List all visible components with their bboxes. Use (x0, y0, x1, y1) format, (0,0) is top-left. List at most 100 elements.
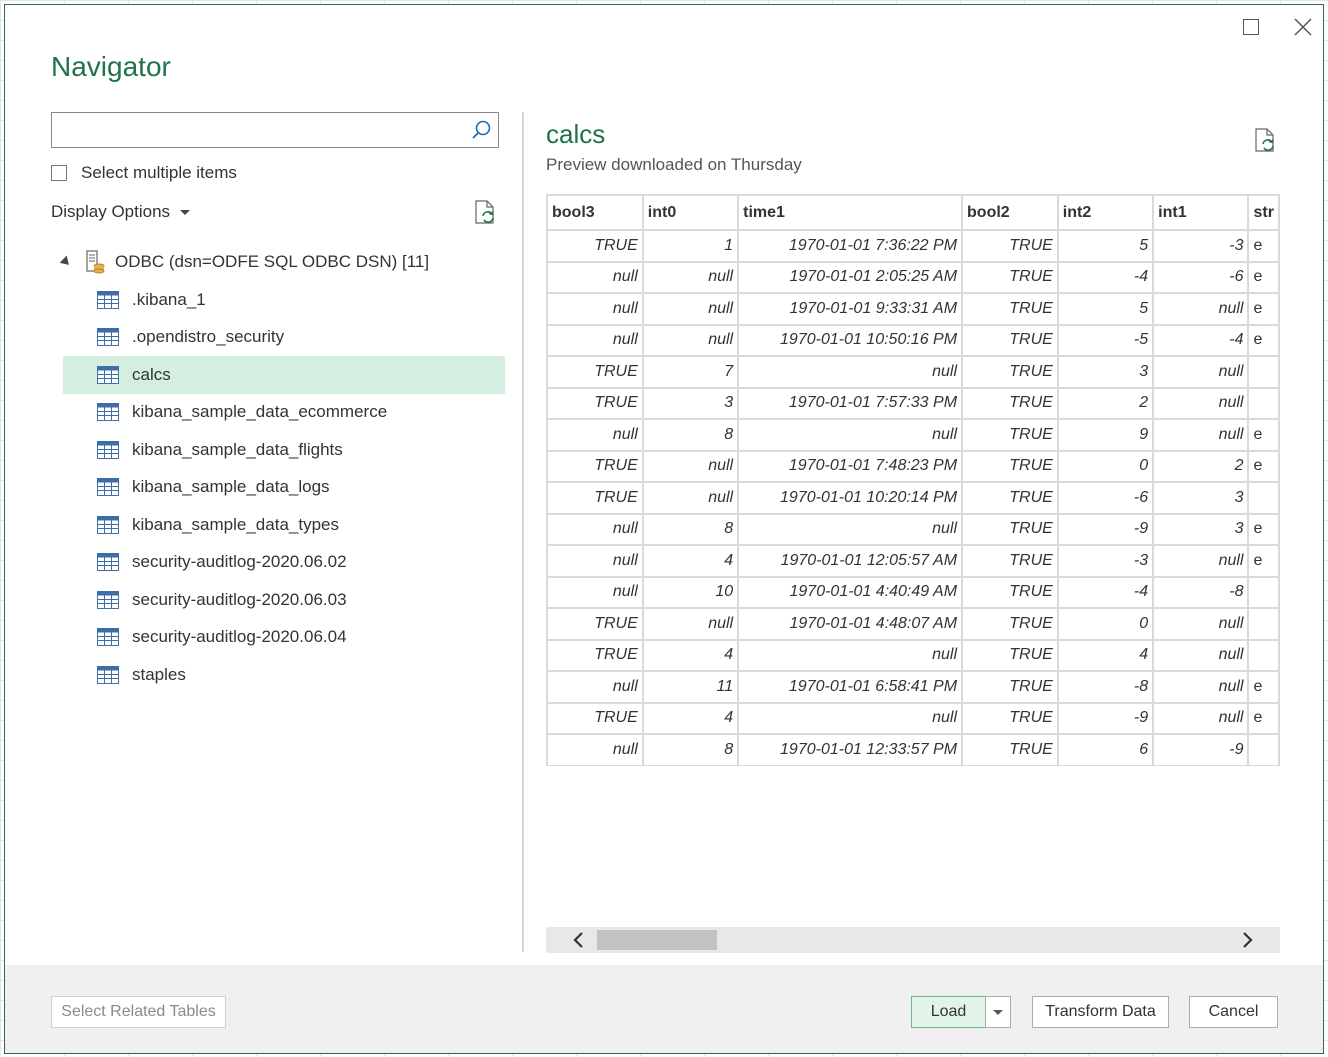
close-icon[interactable] (1291, 15, 1315, 39)
column-header[interactable]: str (1247, 194, 1280, 231)
tree-item-flights[interactable]: kibana_sample_data_flights (63, 431, 505, 469)
table-cell: 3 (1152, 512, 1250, 546)
table-cell: e (1247, 512, 1280, 546)
table-cell: null (546, 733, 644, 766)
tree-item-calcs[interactable]: calcs (63, 356, 505, 394)
table-cell: e (1247, 260, 1280, 294)
table-row: TRUE null 1970-01-01 4:48:07 AM TRUE 0 null (546, 607, 1280, 641)
tree-item-opendistro-security[interactable]: .opendistro_security (63, 319, 505, 357)
table-cell: null (546, 670, 644, 704)
table-cell: TRUE (961, 607, 1059, 641)
load-button[interactable]: Load (911, 996, 986, 1028)
table-cell: null (1152, 544, 1250, 578)
table-cell: TRUE (961, 638, 1059, 672)
transform-data-button[interactable]: Transform Data (1032, 996, 1169, 1028)
column-header[interactable]: int0 (641, 194, 740, 231)
table-cell: e (1247, 229, 1280, 263)
table-cell: null (1152, 607, 1250, 641)
table-cell: TRUE (961, 701, 1059, 735)
load-dropdown-button[interactable] (985, 996, 1011, 1028)
maximize-button[interactable] (1243, 19, 1259, 35)
table-cell: 5 (1056, 229, 1155, 263)
table-icon (97, 553, 119, 572)
search-icon[interactable] (470, 119, 492, 141)
tree-item-auditlog-0603[interactable]: security-auditlog-2020.06.03 (63, 581, 505, 619)
table-cell: TRUE (961, 449, 1059, 483)
table-icon (97, 478, 119, 497)
table-cell: null (546, 512, 644, 546)
tree-item-label: security-auditlog-2020.06.04 (132, 627, 347, 647)
tree-item-staples[interactable]: staples (63, 656, 505, 694)
table-cell: 3 (641, 386, 740, 420)
column-header[interactable]: bool2 (961, 194, 1059, 231)
table-cell (1247, 575, 1280, 609)
table-cell: 9 (1056, 418, 1155, 452)
table-cell: 1970-01-01 7:57:33 PM (737, 386, 964, 420)
cancel-button[interactable]: Cancel (1189, 996, 1278, 1028)
table-cell: 1970-01-01 4:48:07 AM (737, 607, 964, 641)
tree-item-auditlog-0604[interactable]: security-auditlog-2020.06.04 (63, 619, 505, 657)
scroll-right-icon[interactable] (1238, 931, 1256, 949)
column-header[interactable]: int2 (1056, 194, 1155, 231)
tree-root-odbc[interactable]: ODBC (dsn=ODFE SQL ODBC DSN) [11] (55, 243, 505, 281)
tree-item-label: kibana_sample_data_ecommerce (132, 402, 388, 422)
display-options-dropdown[interactable]: Display Options (51, 202, 191, 222)
tree-root-label: ODBC (dsn=ODFE SQL ODBC DSN) [11] (115, 252, 430, 271)
table-cell: e (1247, 323, 1280, 357)
table-cell: null (737, 638, 964, 672)
tree-item-ecommerce[interactable]: kibana_sample_data_ecommerce (63, 394, 505, 432)
search-box[interactable] (51, 112, 499, 148)
table-cell: null (641, 260, 740, 294)
table-cell: -8 (1056, 670, 1155, 704)
table-cell: null (546, 292, 644, 326)
table-cell: 1970-01-01 10:50:16 PM (737, 323, 964, 357)
table-icon (97, 628, 119, 647)
table-cell: TRUE (961, 292, 1059, 326)
navigator-tree: ODBC (dsn=ODFE SQL ODBC DSN) [11] .kiban… (55, 243, 505, 694)
table-cell (1247, 355, 1280, 389)
table-cell: TRUE (961, 670, 1059, 704)
collapse-triangle-icon[interactable] (59, 255, 73, 269)
tree-item-types[interactable]: kibana_sample_data_types (63, 506, 505, 544)
table-row: TRUE null 1970-01-01 10:20:14 PM TRUE -6 3 (546, 481, 1280, 515)
table-cell: null (1152, 638, 1250, 672)
tree-item-auditlog-0602[interactable]: security-auditlog-2020.06.02 (63, 544, 505, 582)
table-row: null 10 1970-01-01 4:40:49 AM TRUE -4 -8 (546, 575, 1280, 609)
scroll-left-icon[interactable] (570, 931, 588, 949)
table-cell: null (1152, 386, 1250, 420)
column-header[interactable]: int1 (1152, 194, 1250, 231)
table-cell: null (641, 607, 740, 641)
search-input[interactable] (52, 113, 478, 145)
table-cell: 6 (1056, 733, 1155, 766)
table-cell: TRUE (546, 386, 644, 420)
column-header[interactable]: time1 (737, 194, 964, 231)
select-multiple-row[interactable]: Select multiple items (51, 163, 237, 183)
table-row: null 8 null TRUE -9 3 e (546, 512, 1280, 546)
tree-item-logs[interactable]: kibana_sample_data_logs (63, 469, 505, 507)
scrollbar-thumb[interactable] (597, 930, 717, 950)
tree-item-label: kibana_sample_data_flights (132, 439, 343, 459)
preview-table: bool3 int0 time1 bool2 int2 int1 str TRUE 1 1970… (546, 194, 1280, 766)
table-cell: TRUE (961, 260, 1059, 294)
table-cell: 0 (1056, 607, 1155, 641)
table-cell: TRUE (961, 323, 1059, 357)
table-cell: -9 (1056, 512, 1155, 546)
pane-divider[interactable] (522, 112, 524, 952)
table-cell: 0 (1056, 449, 1155, 483)
table-cell: 4 (1056, 638, 1155, 672)
column-header[interactable]: bool3 (546, 194, 644, 231)
refresh-preview-icon[interactable] (1253, 127, 1277, 153)
table-cell: e (1247, 544, 1280, 578)
table-cell: 10 (641, 575, 740, 609)
display-options-label: Display Options (51, 202, 171, 221)
horizontal-scrollbar[interactable] (546, 927, 1280, 953)
table-cell: null (1152, 701, 1250, 735)
refresh-icon[interactable] (473, 199, 497, 225)
select-multiple-checkbox[interactable] (51, 165, 67, 181)
table-cell: null (1152, 292, 1250, 326)
select-related-tables-button[interactable]: Select Related Tables (51, 996, 226, 1028)
table-cell: 1970-01-01 2:05:25 AM (737, 260, 964, 294)
table-icon (97, 328, 119, 347)
tree-item-kibana-1[interactable]: .kibana_1 (63, 281, 505, 319)
table-cell: null (737, 355, 964, 389)
